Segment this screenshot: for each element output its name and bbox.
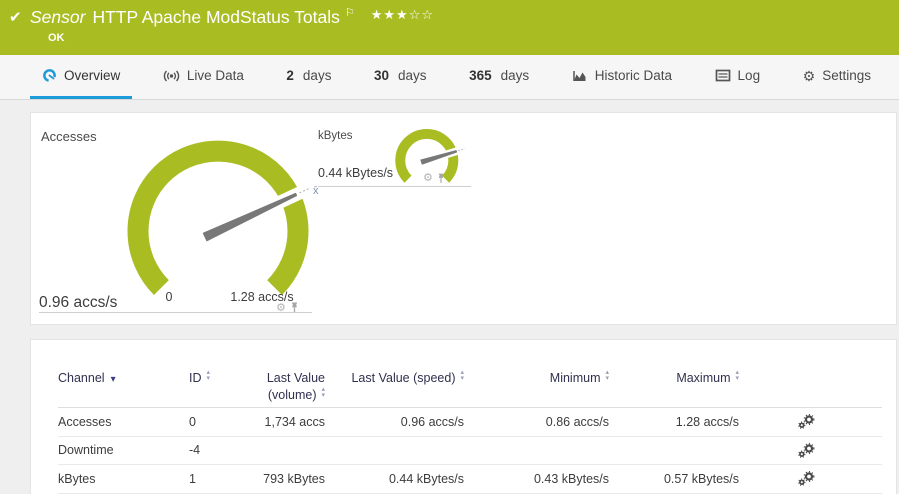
table-row-downtime: Downtime -4 xyxy=(58,437,882,466)
cell-last-value-speed: 0.44 kBytes/s xyxy=(339,472,484,486)
tab-label: Live Data xyxy=(187,68,244,83)
accesses-gauge: x̄ xyxy=(103,128,333,328)
tab-30-days[interactable]: 30 days xyxy=(362,55,439,99)
kbytes-current-value: 0.44 kBytes/s xyxy=(318,166,393,180)
table-row-kbytes: kBytes 1 793 kBytes 0.44 kBytes/s 0.43 k… xyxy=(58,465,882,494)
log-icon xyxy=(715,69,731,82)
gear-icon[interactable]: ⚙ xyxy=(423,173,433,184)
kbytes-gauge xyxy=(387,125,471,198)
accesses-scale-min: 0 xyxy=(159,290,179,304)
cell-minimum: 0.43 kBytes/s xyxy=(484,472,629,486)
accesses-current-value: 0.96 accs/s xyxy=(39,294,117,312)
stars-filled[interactable]: ★★★ xyxy=(371,7,409,22)
sensor-type-label: Sensor xyxy=(30,7,85,27)
column-header-minimum[interactable]: Minimum▴ ▾ xyxy=(484,370,629,387)
table-header-row: Channel▾ ID▴ ▾ Last Value (volume)▴ ▾ La… xyxy=(58,370,882,408)
column-header-maximum[interactable]: Maximum▴ ▾ xyxy=(629,370,759,387)
tab-label: Settings xyxy=(822,68,871,83)
page-content: Accesses x̄ 0 1.28 accs/s 0.96 accs/s ⚙ … xyxy=(30,112,897,494)
sensor-status-badge: OK xyxy=(48,32,65,44)
tab-label: days xyxy=(398,68,427,83)
cell-maximum: 1.28 accs/s xyxy=(629,415,759,429)
kbytes-widget-divider xyxy=(318,186,471,187)
cell-minimum: 0.86 accs/s xyxy=(484,415,629,429)
cell-channel: Accesses xyxy=(58,415,189,429)
gauges-panel: Accesses x̄ 0 1.28 accs/s 0.96 accs/s ⚙ … xyxy=(30,112,897,325)
pin-icon[interactable] xyxy=(437,173,445,184)
stars-empty[interactable]: ☆☆ xyxy=(409,7,434,22)
sort-desc-icon[interactable]: ▾ xyxy=(111,373,116,387)
sort-icon[interactable]: ▴ ▾ xyxy=(605,370,609,382)
live-icon xyxy=(163,69,180,83)
tab-label: Log xyxy=(738,68,761,83)
gear-icon: ⚙ xyxy=(803,69,816,83)
cell-id: -4 xyxy=(189,443,249,457)
tab-label: days xyxy=(501,68,530,83)
accesses-gauge-title: Accesses xyxy=(41,129,97,144)
tab-label: Overview xyxy=(64,68,120,83)
tab-label: days xyxy=(303,68,332,83)
tab-365-days[interactable]: 365 days xyxy=(457,55,541,99)
sort-icon[interactable]: ▴ ▾ xyxy=(207,370,211,382)
channel-settings-gears-icon[interactable] xyxy=(798,471,815,486)
tab-bar: Overview Live Data 2 days 30 days 365 da… xyxy=(0,55,899,100)
column-header-last-value-speed[interactable]: Last Value (speed)▴ ▾ xyxy=(339,370,484,387)
cell-maximum: 0.57 kBytes/s xyxy=(629,472,759,486)
gauge-needle xyxy=(204,194,297,241)
cell-id: 1 xyxy=(189,472,249,486)
column-header-channel[interactable]: Channel▾ xyxy=(58,370,189,387)
sort-icon[interactable]: ▴ ▾ xyxy=(460,370,464,382)
page-title: HTTP Apache ModStatus Totals xyxy=(92,7,339,27)
table-row-accesses: Accesses 0 1,734 accs 0.96 accs/s 0.86 a… xyxy=(58,408,882,437)
gauge-icon xyxy=(42,68,57,83)
area-chart-icon xyxy=(572,69,588,83)
column-header-id[interactable]: ID▴ ▾ xyxy=(189,370,249,387)
tab-historic-data[interactable]: Historic Data xyxy=(560,55,684,99)
channels-table: Channel▾ ID▴ ▾ Last Value (volume)▴ ▾ La… xyxy=(58,340,882,494)
channel-settings-gears-icon[interactable] xyxy=(798,414,815,429)
status-ok-check-icon: ✔ xyxy=(9,8,22,26)
sensor-title-line: Sensor HTTP Apache ModStatus Totals ⚐ ★★★☆☆ xyxy=(30,6,434,28)
cell-last-value-volume: 793 kBytes xyxy=(249,472,339,486)
priority-stars[interactable]: ★★★☆☆ xyxy=(371,7,434,22)
channel-settings-gears-icon[interactable] xyxy=(798,443,815,458)
cell-channel: kBytes xyxy=(58,472,189,486)
tab-overview[interactable]: Overview xyxy=(30,55,132,99)
cell-channel: Downtime xyxy=(58,443,189,457)
tab-live-data[interactable]: Live Data xyxy=(151,55,256,99)
sort-icon[interactable]: ▴ ▾ xyxy=(321,387,325,399)
kbytes-gauge-title: kBytes xyxy=(318,130,353,142)
sensor-header-bar: ✔ Sensor HTTP Apache ModStatus Totals ⚐ ★★★… xyxy=(0,0,899,55)
sort-icon[interactable]: ▴ ▾ xyxy=(735,370,739,382)
tab-number: 365 xyxy=(469,68,492,83)
accesses-widget-divider xyxy=(39,312,312,313)
tab-number: 2 xyxy=(286,68,294,83)
tab-number: 30 xyxy=(374,68,389,83)
flag-icon[interactable]: ⚐ xyxy=(345,7,355,19)
cell-last-value-volume: 1,734 accs xyxy=(249,415,339,429)
tab-settings[interactable]: ⚙ Settings xyxy=(791,55,883,99)
tab-2-days[interactable]: 2 days xyxy=(274,55,343,99)
column-header-last-value-volume[interactable]: Last Value (volume)▴ ▾ xyxy=(249,370,339,404)
channels-table-panel: Channel▾ ID▴ ▾ Last Value (volume)▴ ▾ La… xyxy=(30,339,897,494)
cell-last-value-speed: 0.96 accs/s xyxy=(339,415,484,429)
kbytes-gauge-controls[interactable]: ⚙ xyxy=(423,173,445,184)
tab-log[interactable]: Log xyxy=(703,55,773,99)
cell-id: 0 xyxy=(189,415,249,429)
tab-label: Historic Data xyxy=(595,68,672,83)
